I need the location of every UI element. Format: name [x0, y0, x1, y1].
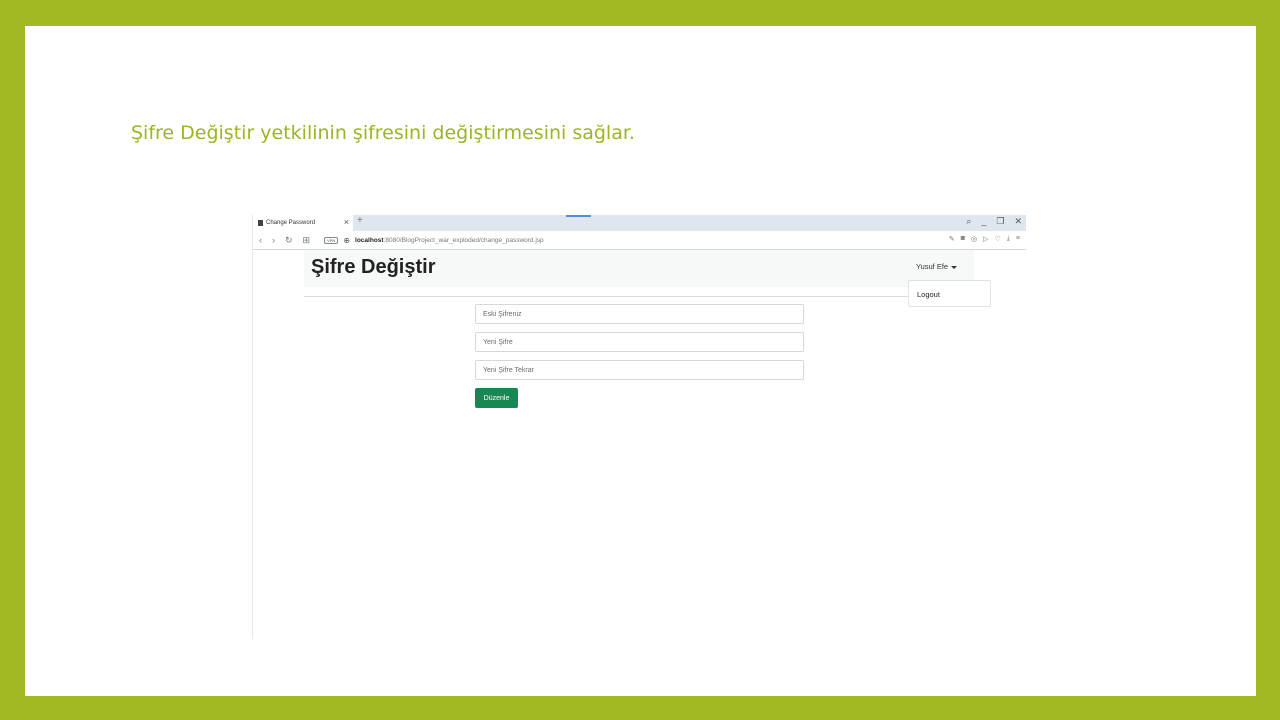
tab-bar: Change Password × + ⌕ _ ❐ ✕ — [253, 215, 1026, 231]
user-name: Yusuf Efe — [916, 262, 949, 271]
slide: Şifre Değiştir yetkilinin şifresini deği… — [25, 26, 1256, 696]
settings-icon[interactable]: ◎ — [971, 235, 977, 243]
restore-icon[interactable]: ❐ — [996, 216, 1004, 227]
window-controls: ⌕ _ ❐ ✕ — [966, 216, 1022, 227]
user-dropdown-menu: Logout — [908, 280, 991, 307]
slide-title: Şifre Değiştir yetkilinin şifresini deği… — [131, 122, 635, 144]
user-dropdown-toggle[interactable]: Yusuf Efe — [916, 262, 958, 271]
forward-icon[interactable]: › — [272, 235, 275, 245]
download-icon[interactable]: ⤓ — [1007, 235, 1010, 243]
url-path: :8080/BlogProject_war_exploded/change_pa… — [383, 236, 544, 244]
old-password-field[interactable]: Eski Şifreniz — [475, 304, 804, 324]
browser-tab[interactable]: Change Password × — [253, 215, 353, 231]
vpn-badge[interactable]: VPN — [324, 236, 339, 244]
reload-icon[interactable]: ↻ — [285, 235, 293, 246]
browser-window: Change Password × + ⌕ _ ❐ ✕ ‹ › ↻ ⊞ VPN … — [252, 215, 1026, 639]
page-content: Şifre Değiştir Yusuf Efe Logout Eski Şif… — [253, 250, 1026, 638]
close-window-icon[interactable]: ✕ — [1014, 216, 1022, 227]
apps-grid-icon[interactable]: ⊞ — [303, 235, 311, 246]
close-tab-icon[interactable]: × — [344, 217, 349, 227]
url-host: localhost — [355, 236, 384, 244]
minimize-icon[interactable]: _ — [981, 216, 986, 227]
address-bar: ‹ › ↻ ⊞ VPN ⊕ localhost:8080/BlogProject… — [253, 231, 1026, 250]
url-field[interactable]: localhost:8080/BlogProject_war_exploded/… — [355, 237, 544, 244]
caret-down-icon — [951, 265, 958, 269]
send-icon[interactable]: ▷ — [983, 235, 988, 243]
camera-icon[interactable]: ◙ — [961, 235, 965, 243]
new-tab-icon[interactable]: + — [357, 215, 363, 226]
favorite-icon[interactable]: ♡ — [995, 235, 1001, 243]
toolbar-icons: ✎ ◙ ◎ ▷ ♡ ⤓ ≡ — [949, 235, 1020, 243]
search-icon[interactable]: ⌕ — [966, 216, 971, 227]
back-icon[interactable]: ‹ — [259, 235, 262, 245]
extension-icon[interactable]: ✎ — [949, 235, 955, 243]
submit-button[interactable]: Düzenle — [475, 388, 518, 408]
navbar: Şifre Değiştir Yusuf Efe — [304, 250, 974, 287]
divider — [304, 296, 974, 297]
logout-link[interactable]: Logout — [917, 290, 940, 299]
page-title: Şifre Değiştir — [311, 256, 436, 278]
repeat-password-field[interactable]: Yeni Şifre Tekrar — [475, 360, 804, 380]
menu-icon[interactable]: ≡ — [1016, 235, 1020, 243]
tab-marker — [566, 215, 591, 217]
tab-title: Change Password — [266, 220, 316, 226]
globe-icon: ⊕ — [343, 235, 351, 245]
document-icon — [258, 220, 263, 226]
new-password-field[interactable]: Yeni Şifre — [475, 332, 804, 352]
